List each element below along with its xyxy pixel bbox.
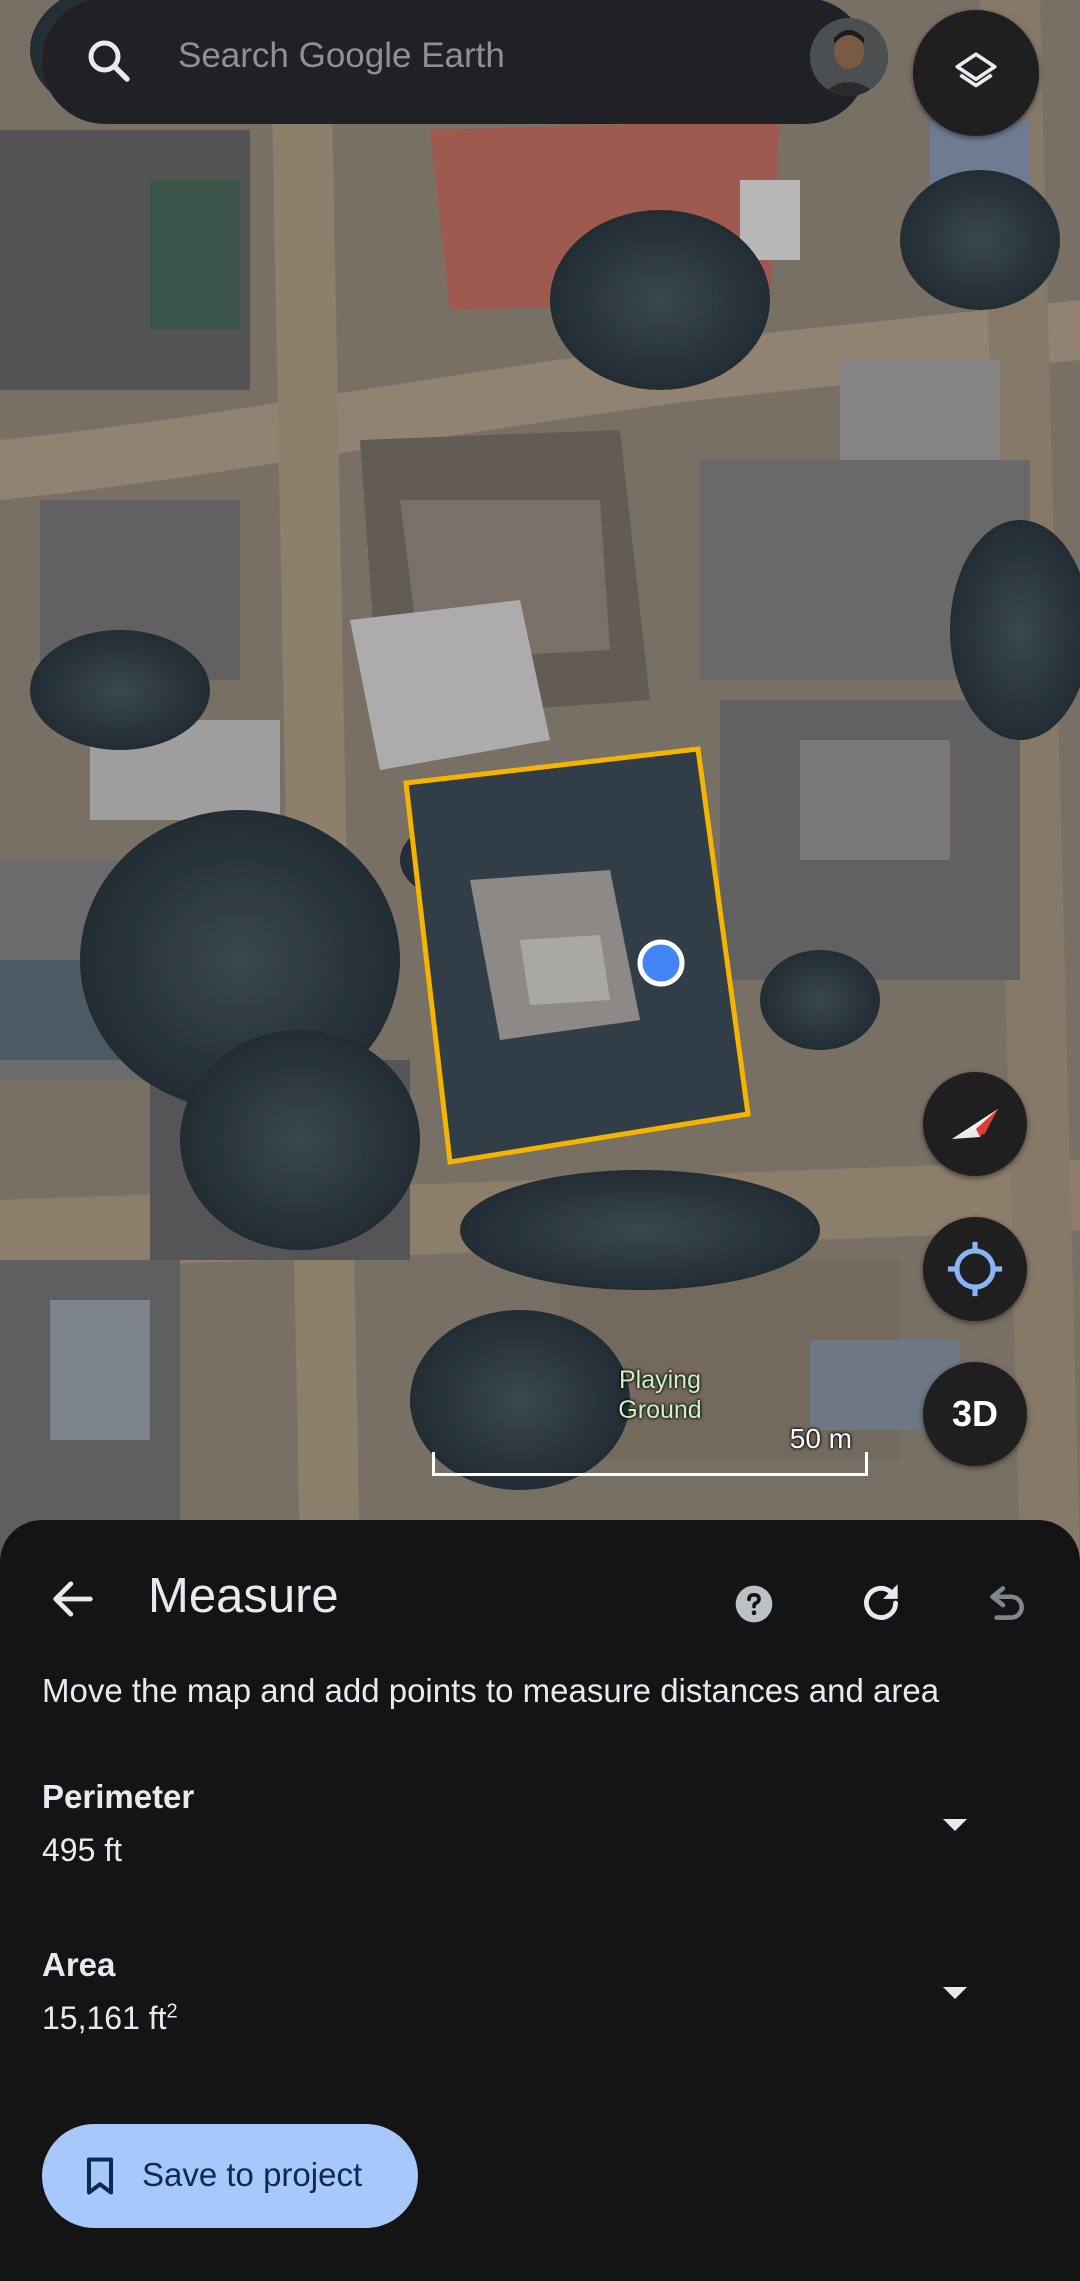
back-arrow-icon xyxy=(53,1581,93,1617)
measure-instructions: Move the map and add points to measure d… xyxy=(42,1672,940,1709)
area-unit-dropdown[interactable] xyxy=(920,1958,990,2028)
my-location-icon xyxy=(947,1241,1003,1297)
save-to-project-button[interactable]: Save to project xyxy=(42,2124,418,2228)
help-icon xyxy=(735,1585,773,1623)
measure-outline xyxy=(403,746,751,1165)
area-row[interactable]: Area 15,161 ft2 xyxy=(0,1946,1080,2066)
undo-button[interactable] xyxy=(970,1568,1040,1638)
layers-button[interactable] xyxy=(913,10,1039,136)
3d-toggle-button[interactable]: 3D xyxy=(923,1362,1027,1466)
area-unit-superscript: 2 xyxy=(166,2000,178,2023)
search-icon[interactable] xyxy=(82,34,136,88)
measure-header: Measure xyxy=(0,1520,1080,1670)
perimeter-label: Perimeter xyxy=(42,1778,195,1815)
perimeter-row[interactable]: Perimeter 495 ft xyxy=(0,1778,1080,1898)
measure-sheet: Measure Move the map and add points to m… xyxy=(0,1520,1080,2281)
undo-icon xyxy=(990,1586,1024,1620)
compass-icon xyxy=(952,1109,998,1139)
search-bar[interactable]: Search Google Earth xyxy=(42,0,888,124)
area-value-wrap: 15,161 ft2 xyxy=(42,2000,178,2037)
bookmark-icon xyxy=(86,2157,114,2195)
help-button[interactable] xyxy=(722,1572,786,1636)
perimeter-value: 495 ft xyxy=(42,1832,123,1868)
satellite-map[interactable]: Playing Ground 50 m xyxy=(0,0,1080,1560)
search-input[interactable]: Search Google Earth xyxy=(178,36,505,76)
place-label: Playing Ground xyxy=(618,1366,702,1424)
measure-point xyxy=(637,939,685,987)
redo-icon xyxy=(864,1584,898,1620)
scale-label: 50 m xyxy=(789,1423,852,1454)
area-label: Area xyxy=(42,1946,116,1983)
compass-button[interactable] xyxy=(923,1072,1027,1176)
scale-bar xyxy=(432,1452,868,1476)
back-button[interactable] xyxy=(36,1562,110,1636)
save-label: Save to project xyxy=(142,2156,363,2193)
layers-icon xyxy=(955,52,997,88)
dropdown-arrow-icon xyxy=(943,1987,967,1999)
reset-button[interactable] xyxy=(846,1568,916,1638)
measure-overlay xyxy=(403,746,751,1165)
perimeter-unit-dropdown[interactable] xyxy=(920,1790,990,1860)
my-location-button[interactable] xyxy=(923,1217,1027,1321)
area-value: 15,161 ft xyxy=(42,2000,167,2036)
avatar[interactable] xyxy=(810,18,888,96)
dropdown-arrow-icon xyxy=(943,1819,967,1831)
measure-title: Measure xyxy=(148,1569,339,1623)
avatar-image xyxy=(810,18,888,96)
